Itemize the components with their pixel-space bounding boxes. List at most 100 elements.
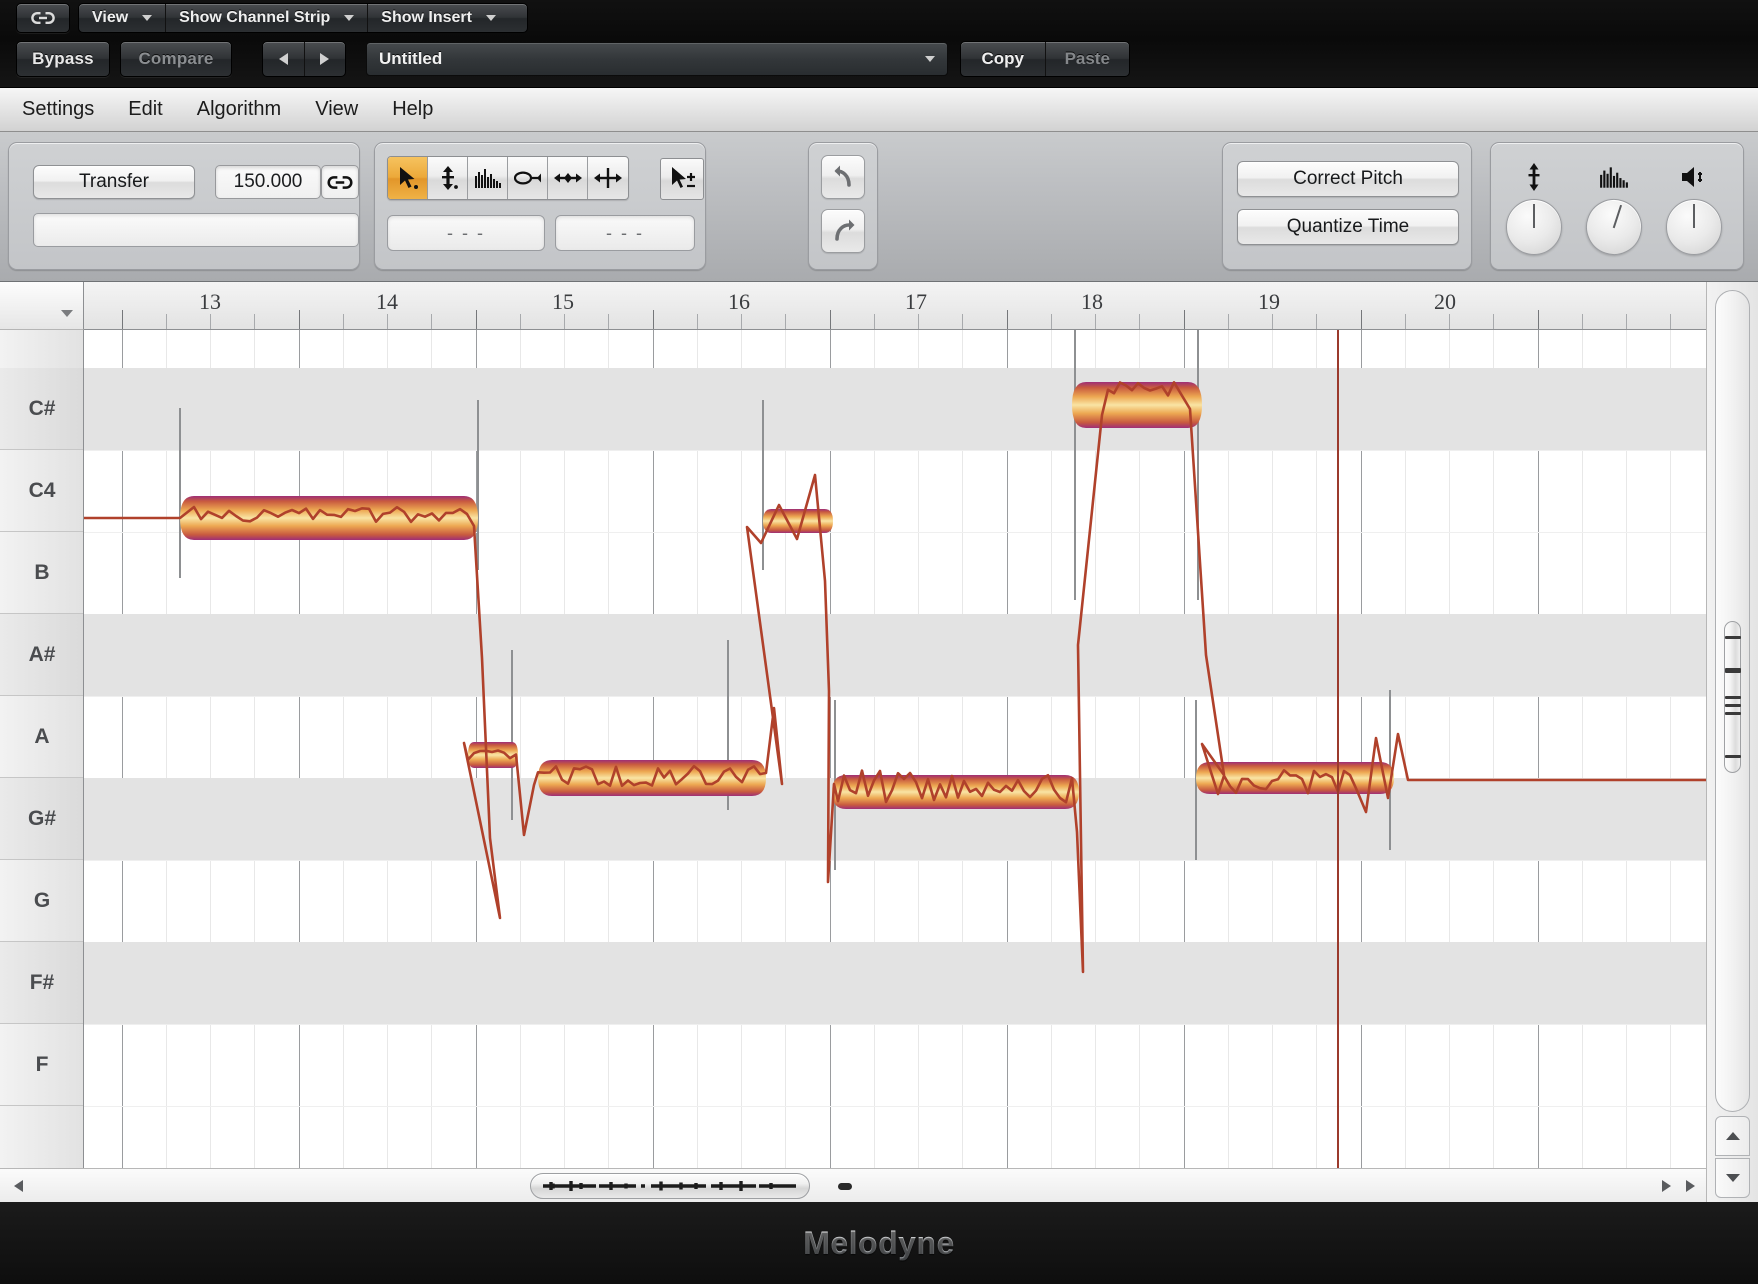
- amplitude-icon: [513, 171, 541, 185]
- pointer-mode-button[interactable]: [660, 158, 704, 200]
- left-right-handles-icon: [553, 173, 582, 183]
- ruler-bar-number: 15: [552, 289, 574, 314]
- compare-button[interactable]: Compare: [120, 41, 232, 77]
- volume-knob[interactable]: [1666, 199, 1722, 255]
- host-menu-show-channel-strip[interactable]: Show Channel Strip: [166, 4, 369, 32]
- triangle-right-icon: [1661, 1180, 1671, 1192]
- link-button[interactable]: [16, 3, 70, 33]
- pitch-knob[interactable]: [1506, 199, 1562, 255]
- ruler-sub-tick: [1139, 314, 1140, 329]
- hscroll-zoom-dot[interactable]: [838, 1183, 852, 1190]
- pitch-ruler-cell[interactable]: G#: [0, 778, 83, 860]
- tool-value-field-1[interactable]: - - -: [387, 215, 545, 251]
- copy-button[interactable]: Copy: [961, 42, 1046, 76]
- ruler-sub-tick: [254, 314, 255, 329]
- next-preset-button[interactable]: [305, 42, 346, 76]
- vscroll-up-arrow[interactable]: [1715, 1116, 1750, 1156]
- pitch-ruler-cell[interactable]: A#: [0, 614, 83, 696]
- melodyne-menu-bar: Settings Edit Algorithm View Help: [0, 88, 1758, 132]
- up-down-arrow-icon: [1497, 157, 1571, 197]
- tool-time[interactable]: [548, 157, 588, 199]
- ruler-sub-tick: [1626, 314, 1627, 329]
- note-blob-layer[interactable]: [84, 330, 1706, 1168]
- correct-pitch-button[interactable]: Correct Pitch: [1237, 161, 1459, 197]
- note-blob[interactable]: [538, 760, 766, 796]
- undo-button[interactable]: [821, 155, 865, 199]
- note-blob[interactable]: [468, 742, 518, 768]
- ruler-sub-tick: [874, 314, 875, 329]
- ruler-bar-tick: [830, 310, 831, 329]
- pitch-ruler-cell[interactable]: F#: [0, 942, 83, 1024]
- pitch-ruler-cell[interactable]: A: [0, 696, 83, 778]
- vscroll-thumb[interactable]: [1724, 621, 1741, 773]
- ruler-bar-number: 14: [376, 289, 398, 314]
- formant-knob[interactable]: [1578, 191, 1650, 263]
- vscroll-grip: [1724, 755, 1741, 758]
- vertical-scrollbar[interactable]: [1706, 282, 1758, 1202]
- pitch-ruler[interactable]: C# C4 B A# A G# G F# F: [0, 330, 84, 1168]
- tempo-field[interactable]: 150.000: [215, 165, 321, 199]
- pitch-ruler-cell[interactable]: G: [0, 860, 83, 942]
- menu-edit[interactable]: Edit: [128, 98, 162, 121]
- formant-bars-icon: [1577, 157, 1651, 197]
- link-icon: [31, 12, 55, 24]
- hscroll-left-arrow[interactable]: [8, 1177, 28, 1195]
- note-blob[interactable]: [763, 509, 833, 533]
- tool-pitch[interactable]: [428, 157, 468, 199]
- tool-formant[interactable]: [468, 157, 508, 199]
- ruler-sub-tick: [1405, 314, 1406, 329]
- waveform-overview-icon: [543, 1181, 796, 1191]
- ruler-sub-tick: [1670, 314, 1671, 329]
- editor-corner-menu[interactable]: [0, 282, 84, 330]
- vscroll-grip: [1724, 696, 1741, 699]
- paste-button[interactable]: Paste: [1046, 42, 1130, 76]
- menu-view[interactable]: View: [315, 98, 358, 121]
- pitch-ruler-cell[interactable]: C4: [0, 450, 83, 532]
- chevron-down-icon: [344, 15, 355, 21]
- pitch-ruler-cell[interactable]: C#: [0, 368, 83, 450]
- note-blob[interactable]: [180, 496, 478, 540]
- pitch-ruler-cell[interactable]: F: [0, 1024, 83, 1106]
- bypass-button[interactable]: Bypass: [16, 41, 110, 77]
- tool-note-separation[interactable]: [588, 157, 628, 199]
- vscroll-grip: [1724, 636, 1741, 639]
- hscroll-right-arrow-2[interactable]: [1680, 1177, 1700, 1195]
- playhead[interactable]: [1337, 330, 1339, 1168]
- ruler-sub-tick: [1051, 314, 1052, 329]
- copy-paste-group: Copy Paste: [960, 41, 1130, 77]
- preset-name-field[interactable]: Untitled: [366, 42, 948, 76]
- tool-amplitude[interactable]: [508, 157, 548, 199]
- ruler-bar-tick: [1361, 310, 1362, 329]
- ruler-bar-number: 20: [1434, 289, 1456, 314]
- menu-settings[interactable]: Settings: [22, 98, 94, 121]
- transfer-button[interactable]: Transfer: [33, 165, 195, 199]
- tempo-link-button[interactable]: [321, 165, 359, 199]
- redo-button[interactable]: [821, 209, 865, 253]
- chevron-down-icon[interactable]: [925, 56, 935, 62]
- previous-preset-button[interactable]: [263, 42, 305, 76]
- ruler-sub-tick: [962, 314, 963, 329]
- vscroll-track[interactable]: [1715, 290, 1750, 1112]
- tool-main-arrow[interactable]: [388, 157, 428, 199]
- ruler-bar-tick: [1007, 310, 1008, 329]
- undo-redo-panel: [808, 142, 878, 270]
- ruler-bar-tick: [653, 310, 654, 329]
- correction-panel: Correct Pitch Quantize Time: [1222, 142, 1472, 270]
- host-menu-show-insert[interactable]: Show Insert: [368, 4, 509, 32]
- menu-help[interactable]: Help: [392, 98, 433, 121]
- note-blob[interactable]: [1072, 382, 1202, 428]
- menu-algorithm[interactable]: Algorithm: [197, 98, 281, 121]
- note-grid[interactable]: [84, 330, 1706, 1168]
- vscroll-grip: [1724, 712, 1741, 715]
- horizontal-scrollbar[interactable]: [0, 1168, 1706, 1202]
- quantize-time-button[interactable]: Quantize Time: [1237, 209, 1459, 245]
- timeline-ruler[interactable]: 13 14 15 16 17 18 19 20: [84, 282, 1706, 330]
- hscroll-thumb[interactable]: [530, 1173, 810, 1199]
- vscroll-down-arrow[interactable]: [1715, 1158, 1750, 1198]
- preset-name-label: Untitled: [379, 49, 443, 68]
- ruler-sub-tick: [918, 314, 919, 329]
- hscroll-right-arrow[interactable]: [1656, 1177, 1676, 1195]
- pitch-ruler-cell[interactable]: B: [0, 532, 83, 614]
- host-menu-view[interactable]: View: [79, 4, 167, 32]
- split-icon: [594, 168, 622, 188]
